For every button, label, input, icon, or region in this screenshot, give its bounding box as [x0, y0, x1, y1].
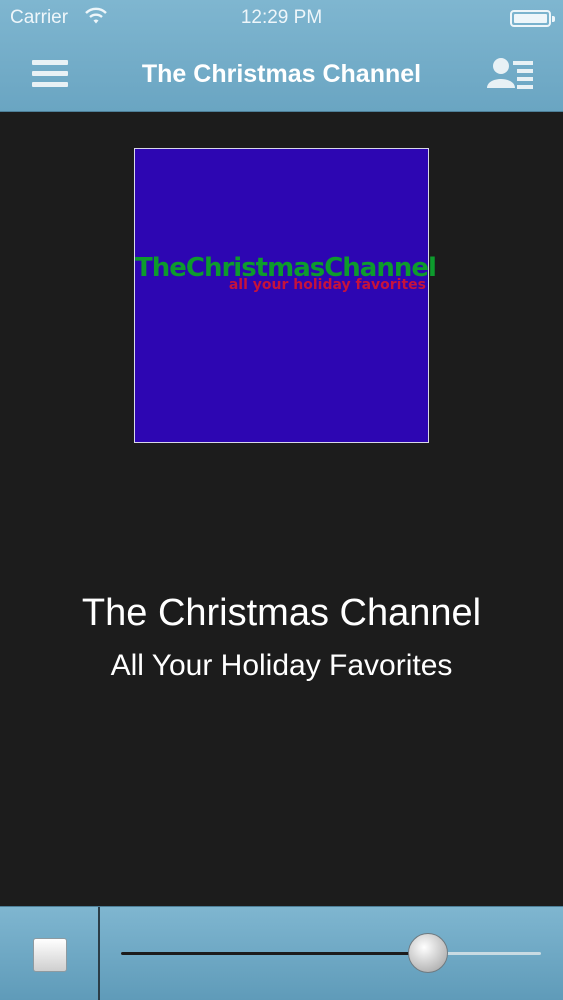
- contact-list-icon: [487, 58, 533, 89]
- volume-slider-thumb[interactable]: [407, 933, 448, 973]
- station-name: The Christmas Channel: [81, 592, 482, 634]
- now-playing-area: TheChristmasChannel all your holiday fav…: [0, 112, 563, 906]
- page-title: The Christmas Channel: [141, 60, 422, 88]
- artwork-subtitle: all your holiday favorites: [228, 277, 426, 293]
- status-time: 12:29 PM: [240, 7, 323, 28]
- volume-slider[interactable]: [121, 933, 541, 973]
- album-artwork: TheChristmasChannel all your holiday fav…: [134, 148, 437, 443]
- battery-icon: [510, 10, 555, 27]
- stop-button[interactable]: [33, 938, 67, 972]
- contact-list-button[interactable]: [486, 56, 536, 92]
- volume-slider-fill: [121, 952, 428, 955]
- status-bar: Carrier 12:29 PM: [0, 0, 563, 38]
- station-tagline: All Your Holiday Favorites: [110, 649, 453, 682]
- player-controls: [0, 906, 563, 1000]
- divider: [98, 907, 100, 1000]
- top-bar: Carrier 12:29 PM The Christmas Channel: [0, 0, 563, 112]
